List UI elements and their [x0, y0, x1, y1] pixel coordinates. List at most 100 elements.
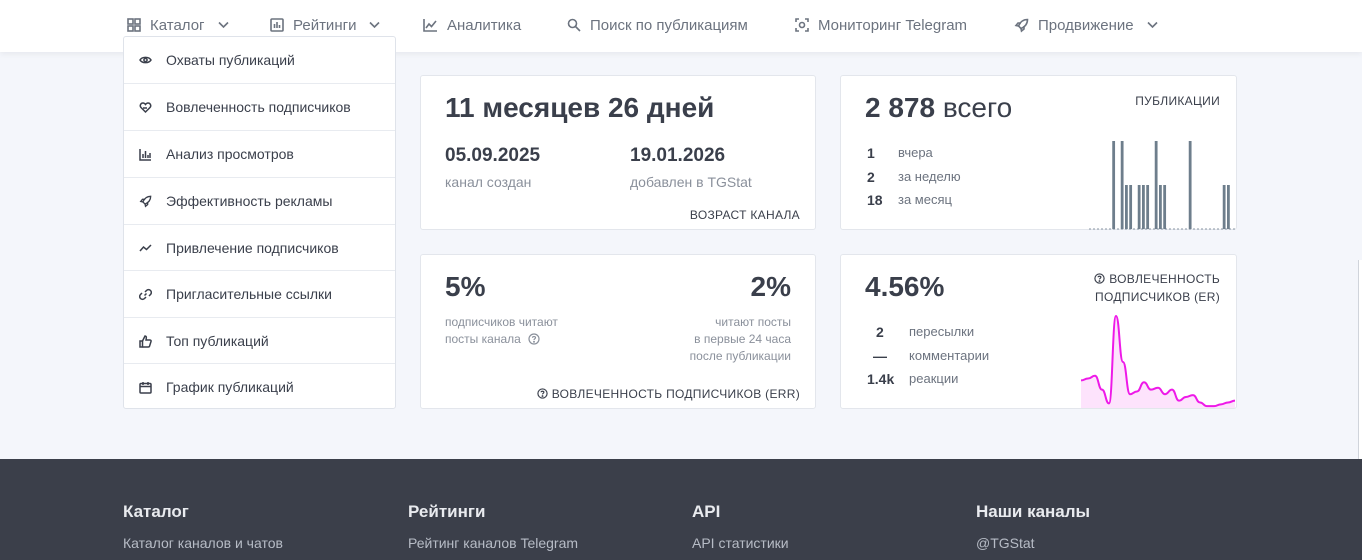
footer-heading-ratings: Рейтинги [408, 502, 486, 521]
question-circle-icon [537, 388, 548, 399]
posts-card: 2 878 всего ПУБЛИКАЦИИ 1 вчера 2 за неде… [840, 75, 1237, 230]
posts-week-count: 2 [867, 169, 875, 185]
sidebar-item-label: Эффективность рекламы [166, 193, 333, 209]
sidebar-item-invite-links[interactable]: Пригласительные ссылки [124, 270, 395, 317]
footer-heading-catalog: Каталог [123, 502, 189, 521]
posts-bar [1112, 141, 1116, 229]
eye-icon [139, 56, 152, 63]
er-caption-1[interactable]: ВОВЛЕЧЕННОСТЬ [1094, 272, 1220, 286]
nav-item-analytics[interactable]: Аналитика [423, 0, 521, 50]
link-icon [139, 288, 152, 300]
footer-link-ratings[interactable]: Рейтинг каналов Telegram [408, 535, 578, 551]
err-left-label-2: посты канала [445, 331, 540, 348]
err-caption[interactable]: ВОВЛЕЧЕННОСТЬ ПОДПИСЧИКОВ (ERR) [537, 387, 800, 401]
sidebar-item-label: Топ публикаций [166, 333, 269, 349]
grid-icon [127, 18, 141, 32]
created-label: канал создан [445, 174, 532, 190]
created-date: 05.09.2025 [445, 145, 541, 166]
chevron-down-icon [1147, 21, 1158, 29]
channel-age-caption: ВОЗРАСТ КАНАЛА [689, 208, 800, 222]
nav-label: Поиск по публикациям [590, 16, 748, 34]
er-caption-2: ПОДПИСЧИКОВ (ER) [1095, 290, 1220, 304]
footer-link-tgstat[interactable]: @TGStat [976, 535, 1035, 551]
nav-item-promotion[interactable]: Продвижение [1014, 0, 1158, 50]
posts-bar [1159, 185, 1162, 229]
channel-age-card: 11 месяцев 26 дней 05.09.2025 канал созд… [420, 75, 816, 230]
er-value: 4.56% [865, 271, 945, 302]
er-caption-1-text: ВОВЛЕЧЕННОСТЬ [1109, 272, 1220, 286]
sidebar-item-ad-efficiency[interactable]: Эффективность рекламы [124, 177, 395, 224]
err-right-value: 2% [750, 271, 791, 302]
posts-total: 2 878 всего [865, 92, 1012, 124]
bar-chart-icon [139, 148, 151, 161]
question-circle-icon[interactable] [528, 333, 540, 345]
sidebar-item-post-reach[interactable]: Охваты публикаций [124, 37, 395, 83]
posts-total-value: 2 878 [865, 92, 936, 123]
sidebar-item-engagement[interactable]: Вовлеченность подписчиков [124, 83, 395, 130]
sidebar-item-label: График публикаций [166, 379, 294, 395]
sidebar-item-post-schedule[interactable]: График публикаций [124, 363, 395, 408]
sidebar-item-label: Пригласительные ссылки [166, 286, 332, 302]
sidebar-item-views-analysis[interactable]: Анализ просмотров [124, 130, 395, 177]
er-comments-count: — [873, 348, 887, 364]
er-reactions-label: реакции [909, 371, 959, 386]
thumb-up-icon [139, 334, 152, 348]
posts-week-label: за неделю [898, 169, 961, 184]
sidebar-item-top-posts[interactable]: Топ публикаций [124, 317, 395, 364]
posts-bar [1125, 185, 1128, 229]
channel-age-value: 11 месяцев 26 дней [445, 92, 715, 123]
err-caption-text: ВОВЛЕЧЕННОСТЬ ПОДПИСЧИКОВ (ERR) [551, 387, 800, 401]
posts-bar [1188, 141, 1192, 229]
err-right-label-3: после публикации [689, 349, 791, 363]
posts-bar [1137, 185, 1141, 229]
nav-label: Продвижение [1038, 16, 1134, 34]
calendar-icon [139, 381, 152, 394]
nav-label: Аналитика [447, 16, 522, 34]
trend-icon [139, 244, 152, 252]
line-chart-icon [423, 19, 437, 32]
sidebar-item-label: Привлечение подписчиков [166, 240, 339, 256]
rocket-icon [139, 195, 152, 207]
footer-heading-channels: Наши каналы [976, 502, 1091, 521]
nav-item-search-posts[interactable]: Поиск по публикациям [567, 0, 748, 50]
page-scrollbar[interactable] [1358, 260, 1362, 464]
posts-month-count: 18 [867, 192, 883, 208]
posts-bar [1163, 185, 1167, 229]
er-forwards-label: пересылки [909, 324, 975, 339]
er-forwards-count: 2 [876, 324, 884, 340]
posts-bar [1129, 185, 1133, 229]
posts-yesterday-count: 1 [867, 145, 875, 161]
search-icon [567, 18, 581, 32]
heart-hand-icon [139, 101, 152, 113]
added-date: 19.01.2026 [630, 145, 726, 166]
posts-bar [1222, 185, 1226, 229]
sidebar-item-label: Охваты публикаций [166, 51, 295, 68]
sidebar-item-label: Вовлеченность подписчиков [166, 99, 351, 115]
nav-label: Рейтинги [293, 16, 357, 34]
err-left-value: 5% [445, 271, 486, 302]
chevron-down-icon [217, 21, 229, 29]
err-left-label-1: подписчиков читают [445, 315, 558, 329]
er-sparkline-chart [1081, 314, 1236, 408]
posts-caption: ПУБЛИКАЦИИ [1135, 94, 1220, 108]
added-label: добавлен в TGStat [630, 174, 752, 190]
sidebar-item-label: Анализ просмотров [166, 146, 294, 162]
posts-bar [1146, 185, 1150, 229]
nav-label: Каталог [150, 16, 205, 34]
footer-link-catalog[interactable]: Каталог каналов и чатов [123, 535, 283, 551]
posts-bar [1120, 141, 1124, 229]
er-reactions-count: 1.4k [867, 371, 895, 387]
nav-item-monitoring[interactable]: Мониторинг Telegram [795, 0, 967, 50]
err-right-label-2: в первые 24 часа [694, 332, 791, 346]
footer-link-api[interactable]: API статистики [692, 535, 789, 551]
scan-icon [795, 18, 809, 32]
er-comments-label: комментарии [909, 348, 990, 363]
err-right-label-1: читают посты [715, 315, 791, 329]
sidebar-item-subscriber-acquisition[interactable]: Привлечение подписчиков [124, 224, 395, 271]
posts-bar-chart [1089, 141, 1235, 230]
footer: Каталог Каталог каналов и чатов Рейтинги… [0, 459, 1362, 560]
posts-bar [1227, 185, 1230, 229]
posts-yesterday-label: вчера [898, 145, 933, 160]
rocket-icon [1014, 18, 1029, 32]
err-left-label-2-text: посты канала [445, 332, 521, 346]
